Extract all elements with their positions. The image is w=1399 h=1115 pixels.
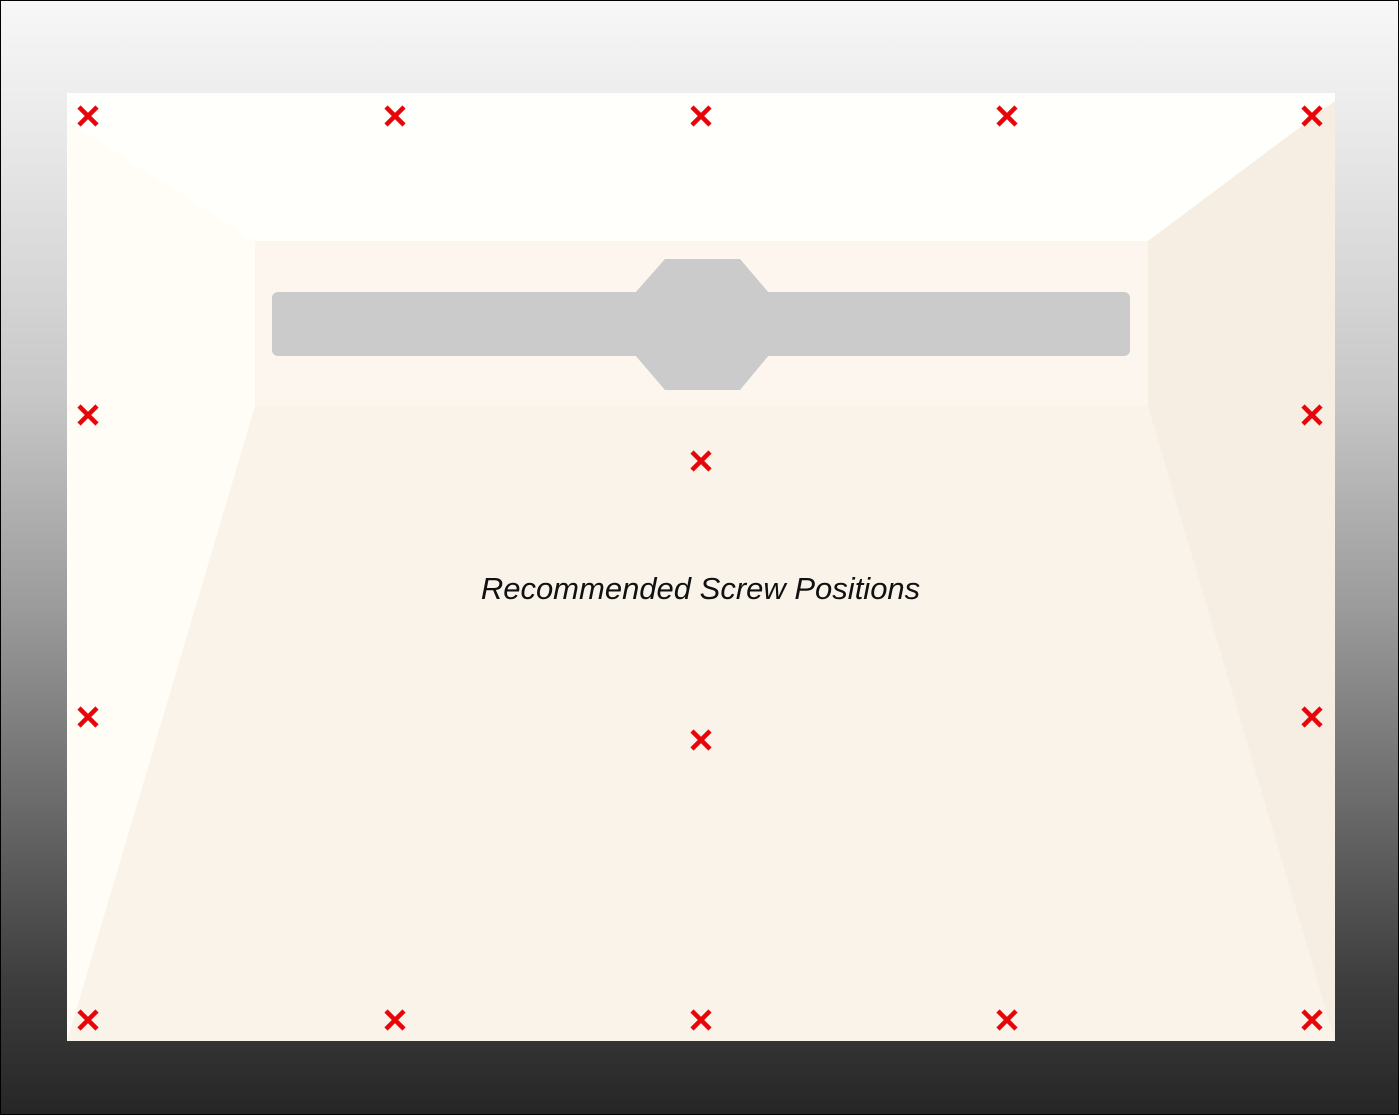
diagram-frame: Recommended Screw Positions — [0, 0, 1399, 1115]
cabinet-diagram — [67, 93, 1335, 1041]
screw-position-mark-icon — [75, 402, 101, 428]
screw-position-mark-icon — [688, 103, 714, 129]
screw-position-mark-icon — [1299, 1007, 1325, 1033]
screw-position-mark-icon — [1299, 103, 1325, 129]
screw-position-mark-icon — [75, 1007, 101, 1033]
screw-position-mark-icon — [1299, 704, 1325, 730]
screw-position-mark-icon — [994, 1007, 1020, 1033]
screw-position-mark-icon — [382, 103, 408, 129]
screw-position-mark-icon — [382, 1007, 408, 1033]
screw-position-mark-icon — [994, 103, 1020, 129]
screw-position-mark-icon — [688, 727, 714, 753]
screw-position-mark-icon — [688, 448, 714, 474]
screw-position-mark-icon — [1299, 402, 1325, 428]
screw-position-mark-icon — [75, 704, 101, 730]
bracket-hub — [635, 259, 769, 390]
screw-position-mark-icon — [75, 103, 101, 129]
diagram-caption: Recommended Screw Positions — [480, 571, 921, 606]
screw-position-mark-icon — [688, 1007, 714, 1033]
